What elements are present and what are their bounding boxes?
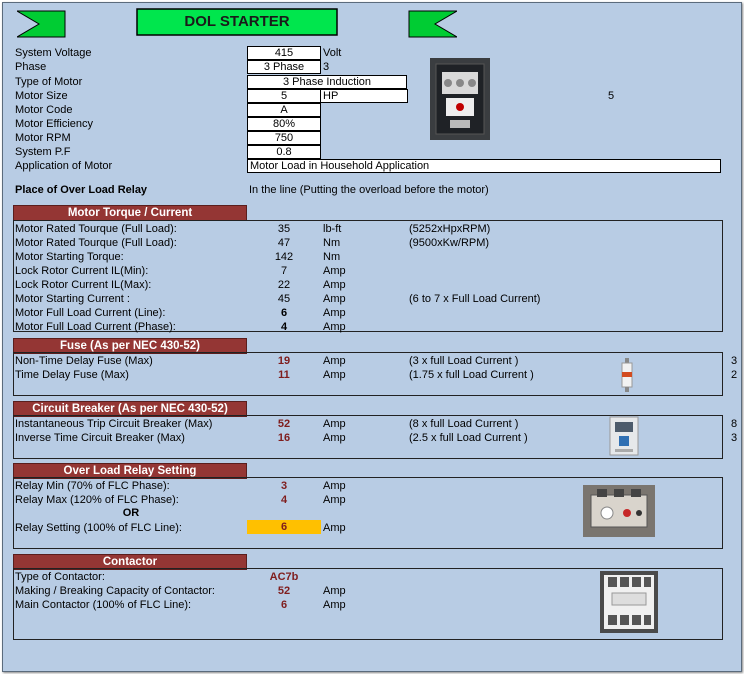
torque-row-unit: Nm: [323, 237, 341, 249]
breaker-row-edge: 8: [731, 418, 738, 430]
torque-row-value: 35: [277, 223, 291, 235]
overload-relay-image: [583, 485, 655, 537]
system-voltage-field[interactable]: 415: [247, 46, 321, 60]
fuse-row-note: (1.75 x full Load Current ): [409, 369, 534, 381]
application-label: Application of Motor: [15, 160, 113, 172]
torque-row-value: 7: [280, 265, 288, 277]
relay-min-unit: Amp: [323, 480, 346, 492]
phase-label: Phase: [15, 61, 47, 73]
breaker-row-label: Inverse Time Circuit Breaker (Max): [15, 432, 185, 444]
motor-size-label: Motor Size: [15, 90, 68, 102]
motor-rpm-label: Motor RPM: [15, 132, 71, 144]
relay-setting-value[interactable]: 6: [247, 520, 321, 534]
system-pf-field[interactable]: 0.8: [247, 145, 321, 159]
motor-code-label: Motor Code: [15, 104, 73, 116]
torque-row-unit: Amp: [323, 293, 346, 305]
fuse-row-edge: 3: [731, 355, 738, 367]
motor-code-field[interactable]: A: [247, 103, 321, 117]
torque-row-unit: lb-ft: [323, 223, 342, 235]
torque-row-unit: Amp: [323, 321, 346, 333]
torque-row-value: 4: [280, 321, 288, 333]
torque-row-label: Lock Rotor Current IL(Min):: [15, 265, 149, 277]
system-pf-label: System P.F: [15, 146, 71, 158]
torque-row-value: 6: [280, 307, 288, 319]
torque-row-note: (6 to 7 x Full Load Current): [409, 293, 541, 305]
relay-min-label: Relay Min (70% of FLC Phase):: [15, 480, 170, 492]
torque-row-unit: Nm: [323, 251, 341, 263]
breaker-row-unit: Amp: [323, 432, 346, 444]
relay-max-label: Relay Max (120% of FLC Phase):: [15, 494, 179, 506]
contactor-main-unit: Amp: [323, 599, 346, 611]
breaker-row-label: Instantaneous Trip Circuit Breaker (Max): [15, 418, 213, 430]
motor-efficiency-field[interactable]: 80%: [247, 117, 321, 131]
relay-setting-unit: Amp: [323, 522, 346, 534]
torque-row-label: Motor Full Load Current (Phase):: [15, 321, 176, 333]
system-voltage-label: System Voltage: [15, 47, 92, 59]
motor-type-field[interactable]: 3 Phase Induction: [247, 75, 407, 89]
torque-row-label: Motor Rated Tourque (Full Load):: [15, 237, 177, 249]
page-title: DOL STARTER: [184, 13, 290, 30]
phase-unit: 3: [323, 61, 330, 73]
overload-place-label: Place of Over Load Relay: [15, 184, 148, 196]
dol-starter-image: [430, 58, 490, 140]
contactor-main-value: 6: [280, 599, 288, 611]
motor-size-unit: HP: [320, 89, 408, 103]
torque-row-label: Lock Rotor Current IL(Max):: [15, 279, 152, 291]
breaker-row-edge: 3: [731, 432, 738, 444]
overload-place-value: In the line (Putting the overload before…: [249, 184, 489, 196]
circuit-breaker-image: [609, 416, 639, 456]
torque-row-value: 22: [277, 279, 291, 291]
breaker-row-value: 16: [277, 432, 291, 444]
torque-row-label: Motor Starting Torque:: [15, 251, 124, 263]
relay-max-value: 4: [280, 494, 288, 506]
relay-max-unit: Amp: [323, 494, 346, 506]
torque-row-note: (9500xKw/RPM): [409, 237, 490, 249]
contactor-capacity-label: Making / Breaking Capacity of Contactor:: [15, 585, 215, 597]
fuse-row-edge: 2: [731, 369, 738, 381]
breaker-row-value: 52: [277, 418, 291, 430]
contactor-type-value: AC7b: [269, 571, 299, 583]
worksheet: DOL STARTER System Voltage 415 Volt Phas…: [2, 2, 742, 672]
breaker-row-note: (2.5 x full Load Current ): [409, 432, 528, 444]
fuse-image: [621, 358, 633, 392]
fuse-row-label: Time Delay Fuse (Max): [15, 369, 129, 381]
phase-field[interactable]: 3 Phase: [247, 60, 321, 74]
relay-setting-label: Relay Setting (100% of FLC Line):: [15, 522, 182, 534]
contactor-type-label: Type of Contactor:: [15, 571, 105, 583]
contactor-image: [600, 571, 658, 633]
torque-row-note: (5252xHpxRPM): [409, 223, 491, 235]
system-voltage-unit: Volt: [323, 47, 342, 59]
torque-row-unit: Amp: [323, 265, 346, 277]
torque-row-label: Motor Rated Tourque (Full Load):: [15, 223, 177, 235]
breaker-row-note: (8 x full Load Current ): [409, 418, 519, 430]
relay-or-text: OR: [122, 507, 140, 519]
motor-size-extra: 5: [608, 90, 615, 102]
torque-row-label: Motor Full Load Current (Line):: [15, 307, 166, 319]
breaker-row-unit: Amp: [323, 418, 346, 430]
relay-min-value: 3: [280, 480, 288, 492]
fuse-row-value: 19: [277, 355, 291, 367]
fuse-row-unit: Amp: [323, 355, 346, 367]
motor-size-field[interactable]: 5: [247, 89, 321, 103]
application-field[interactable]: Motor Load in Household Application: [247, 159, 721, 173]
torque-row-value: 142: [274, 251, 294, 263]
contactor-capacity-unit: Amp: [323, 585, 346, 597]
torque-row-value: 45: [277, 293, 291, 305]
fuse-row-note: (3 x full Load Current ): [409, 355, 519, 367]
motor-type-label: Type of Motor: [15, 76, 83, 88]
torque-row-value: 47: [277, 237, 291, 249]
fuse-row-label: Non-Time Delay Fuse (Max): [15, 355, 153, 367]
contactor-capacity-value: 52: [277, 585, 291, 597]
contactor-main-label: Main Contactor (100% of FLC Line):: [15, 599, 192, 611]
torque-row-unit: Amp: [323, 279, 346, 291]
torque-row-label: Motor Starting Current :: [15, 293, 130, 305]
torque-row-unit: Amp: [323, 307, 346, 319]
motor-efficiency-label: Motor Efficiency: [15, 118, 94, 130]
fuse-row-unit: Amp: [323, 369, 346, 381]
motor-rpm-field[interactable]: 750: [247, 131, 321, 145]
torque-section-header: Motor Torque / Current: [13, 205, 247, 221]
fuse-row-value: 11: [278, 369, 290, 381]
